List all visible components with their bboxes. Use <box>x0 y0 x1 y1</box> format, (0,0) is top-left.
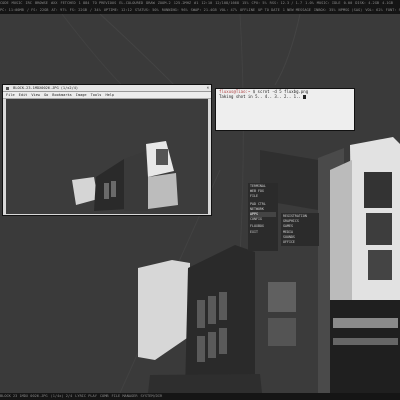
status-segment: LYRIC PLAY <box>75 394 97 398</box>
status-segment: SYSTEM/DIR <box>140 394 163 398</box>
status-segment: FILE MANAGER <box>111 394 138 398</box>
status-segment: UPTIME: 12:12 <box>103 8 132 12</box>
top-statusbar-secondary: PC: 11:00MB / FS: 22GB AT: 97% FS: 22GB/ 34… <box>0 7 400 14</box>
bottom-statusbar: BLOCK 23 1MDX 0026.JPG (1/4x) 2/4 LYRIC PL… <box>0 393 400 400</box>
status-segment: INBOX: 35% <box>313 8 336 12</box>
status-segment: ZOOM-2 <box>157 1 171 5</box>
image-viewer-title: BLOCK-23-1MDX0026.JPG (1/x2/4) <box>13 86 79 90</box>
app-icon <box>6 86 9 90</box>
status-segment: MUSIC: IDLE <box>316 1 341 5</box>
terminal-window[interactable]: fluxus@Tiao:~ $ scrot -d 5 fluxbg.png Ta… <box>215 88 355 131</box>
menu-item-exit[interactable]: EXIT <box>250 230 276 235</box>
image-viewer-window[interactable]: BLOCK-23-1MDX0026.JPG (1/x2/4) × File Edi… <box>2 84 212 216</box>
apps-submenu[interactable]: REGISTRATION GRAPHICS GAMES MEDIA SOUNDS OFFI… <box>281 213 319 246</box>
status-segment: UP TO DATE <box>258 8 280 12</box>
status-segment: 0.00 <box>343 1 353 5</box>
status-segment: FS: 22GB <box>69 8 87 12</box>
status-segment: 1 884 <box>78 1 90 5</box>
status-segment: 12:10 <box>201 1 213 5</box>
status-segment: DRAW <box>146 1 155 5</box>
status-segment: #XX <box>50 1 58 5</box>
status-segment: CODE <box>0 1 9 5</box>
status-segment: RUNNING: 96% <box>161 8 188 12</box>
status-segment: PC: 11:00MB <box>0 8 24 12</box>
image-viewer-menubar: File Edit View Go Bookmarks Image Tools Help <box>3 92 211 99</box>
terminal-output: Taking shot in 5.. 4.. 3.. 2.. 1.. <box>219 94 301 99</box>
status-segment: / FS: 22GB <box>26 8 49 12</box>
status-segment: SWAP: 21.4GB <box>190 8 217 12</box>
image-viewer-titlebar[interactable]: BLOCK-23-1MDX0026.JPG (1/x2/4) × <box>3 85 211 92</box>
status-segment: 15% <box>242 1 249 5</box>
terminal-output-line: Taking shot in 5.. 4.. 3.. 2.. 1.. <box>216 94 354 99</box>
status-segment: CPU: 5% <box>251 1 267 5</box>
status-segment: NPMSG (SAG) <box>338 8 363 12</box>
root-menu[interactable]: TERMINAL WEB FOX FILE PAD CTRL NETWORK APPS CO… <box>248 183 278 251</box>
status-segment: BLOCK 23 1MDX 0026.JPG <box>0 394 48 398</box>
menu-item-image[interactable]: Image <box>76 93 87 97</box>
menu-item-file[interactable]: File <box>6 93 15 97</box>
menu-item-office[interactable]: OFFICE <box>283 240 317 245</box>
status-segment: MUSIC <box>11 1 23 5</box>
status-segment: AT: 97% <box>51 8 67 12</box>
status-segment: VOL: 62% <box>365 8 383 12</box>
status-segment: STATUS: 50% <box>134 8 159 12</box>
status-segment: IRC <box>25 1 32 5</box>
menu-item-view[interactable]: View <box>31 93 40 97</box>
close-icon[interactable]: × <box>207 85 209 91</box>
terminal-cursor <box>303 95 307 99</box>
status-segment: COMB <box>99 394 109 398</box>
status-segment: 4.1GB <box>382 1 393 5</box>
menu-item-tools[interactable]: Tools <box>91 93 102 97</box>
status-segment: EL-COLOURED <box>119 1 144 5</box>
image-canvas[interactable] <box>6 99 208 214</box>
status-segment: VOL: 47% <box>219 8 237 12</box>
status-segment: (1/4x) 2/4 <box>50 394 73 398</box>
building-thumbnail <box>6 99 208 214</box>
status-segment: 125.2MHZ <box>173 1 192 5</box>
status-segment: 12/108/1668 <box>215 1 239 5</box>
top-statusbar: CODE MUSIC IRC BROWSE #XX FETCHED 1 884 TO PREV… <box>0 0 400 7</box>
status-segment: TO PREVIOUS <box>92 1 117 5</box>
menu-item-bookmarks[interactable]: Bookmarks <box>52 93 71 97</box>
menu-item-help[interactable]: Help <box>105 93 114 97</box>
status-segment: BROWSE <box>34 1 48 5</box>
status-segment: FONT: SC <box>385 8 400 12</box>
status-segment: 1.0% <box>305 1 314 5</box>
status-segment: OFFLINE <box>239 8 256 12</box>
menu-item-edit[interactable]: Edit <box>19 93 28 97</box>
status-segment: / 34% <box>89 8 101 12</box>
status-segment: #1 <box>194 1 199 5</box>
menu-item-go[interactable]: Go <box>44 93 48 97</box>
status-segment: FETCHED <box>60 1 76 5</box>
status-segment: 1 NEW MESSAGE <box>282 8 311 12</box>
status-segment: RSS: 12.3 / 1.7 <box>269 1 303 5</box>
status-segment: DISK: 4.2GB <box>355 1 380 5</box>
